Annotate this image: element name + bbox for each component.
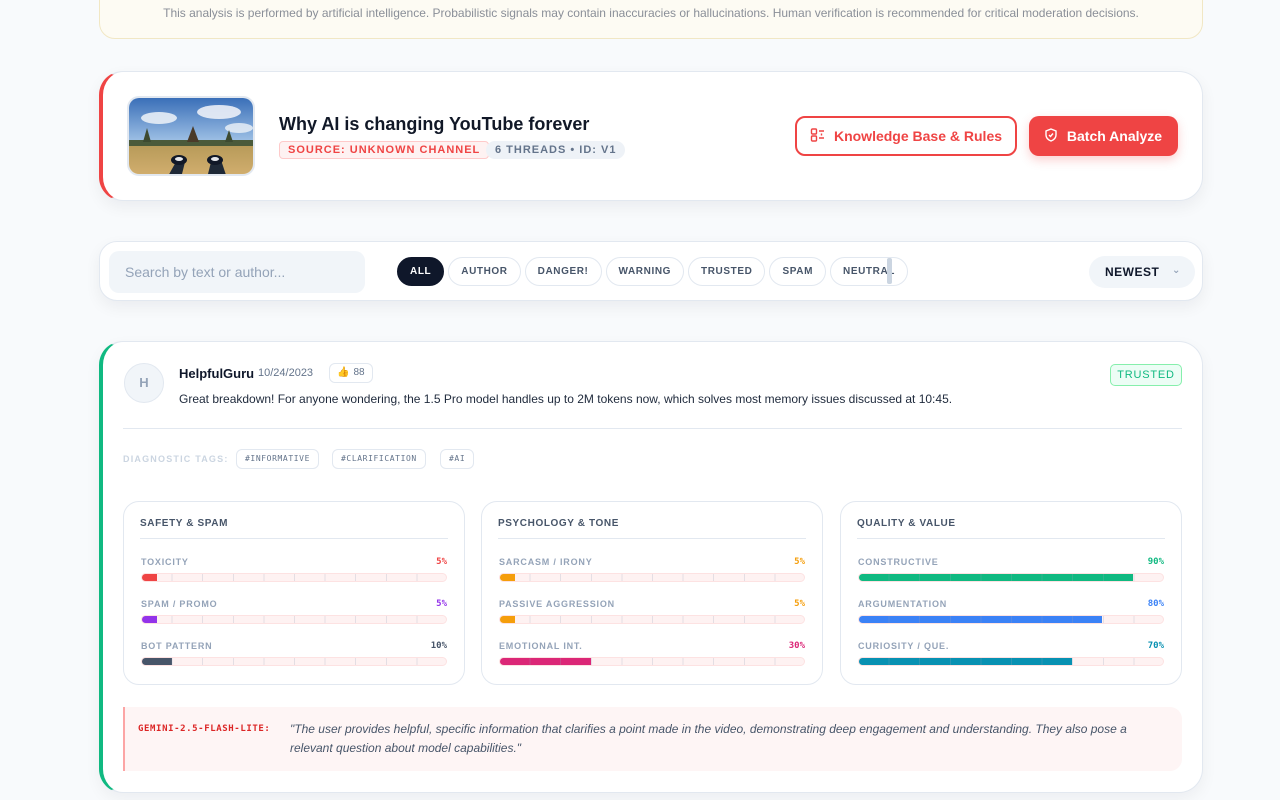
panel-title: SAFETY & SPAM [140,518,228,529]
chip-spam[interactable]: SPAM [769,257,827,286]
chip-trusted[interactable]: TRUSTED [688,257,766,286]
metric-label: BOT PATTERN [141,641,213,651]
ai-disclaimer-banner: This analysis is performed by artificial… [99,0,1203,39]
chip-all[interactable]: ALL [397,257,445,286]
comment-card: H HelpfulGuru 10/24/2023 👍 88 TRUSTED Gre… [99,341,1203,793]
metric-label: TOXICITY [141,557,189,567]
chip-author[interactable]: AUTHOR [448,257,521,286]
knowledge-base-button[interactable]: Knowledge Base & Rules [795,116,1017,156]
panel-psychology-tone: PSYCHOLOGY & TONE SARCASM / IRONY 5% PAS… [481,501,823,685]
sort-select[interactable]: NEWEST ⌄ [1089,256,1195,288]
threads-badge: 6 THREADS • ID: V1 [486,141,626,159]
metric-value: 5% [436,599,447,609]
metric-bar [499,615,805,624]
thumbs-up-icon: 👍 [337,367,350,378]
metric-bar [858,573,1164,582]
panel-title: PSYCHOLOGY & TONE [498,518,619,529]
metric-label: ARGUMENTATION [858,599,948,609]
metric-value: 90% [1147,557,1164,567]
metric-value: 80% [1147,599,1164,609]
ai-verdict-text: "The user provides helpful, specific inf… [290,722,1127,755]
chips-scrollbar[interactable] [887,258,892,284]
metric-value: 30% [788,641,805,651]
metric-value: 5% [436,557,447,567]
search-placeholder: Search by text or author... [125,264,286,280]
avatar: H [124,363,164,403]
source-badge: SOURCE: UNKNOWN CHANNEL [279,141,490,159]
tag-clarification: #CLARIFICATION [332,449,426,469]
batch-analyze-button[interactable]: Batch Analyze [1029,116,1178,156]
rules-icon [810,127,826,146]
metric-label: PASSIVE AGGRESSION [499,599,615,609]
metric-label: CURIOSITY / QUE. [858,641,950,651]
metric-label: SARCASM / IRONY [499,557,593,567]
panel-divider [498,538,806,539]
divider [123,428,1182,429]
disclaimer-text: This analysis is performed by artificial… [163,6,1139,20]
panel-safety-spam: SAFETY & SPAM TOXICITY 5% SPAM / PROMO 5… [123,501,465,685]
filter-bar: Search by text or author... ALL AUTHOR D… [99,241,1203,301]
diagnostic-tags-label: DIAGNOSTIC TAGS: [123,454,229,464]
panel-quality-value: QUALITY & VALUE CONSTRUCTIVE 90% ARGUMEN… [840,501,1182,685]
chip-warning[interactable]: WARNING [605,257,685,286]
tag-ai: #AI [440,449,475,469]
comment-author[interactable]: HelpfulGuru [179,366,254,381]
chip-neutral[interactable]: NEUTRAL [830,257,908,286]
likes-count: 88 [353,367,365,378]
metric-bar [141,657,447,666]
search-input[interactable]: Search by text or author... [109,251,365,293]
knowledge-base-label: Knowledge Base & Rules [833,128,1003,144]
shield-icon [1045,127,1057,145]
metric-label: CONSTRUCTIVE [858,557,939,567]
metric-bar [858,657,1164,666]
panel-divider [140,538,448,539]
comment-date: 10/24/2023 [258,367,314,379]
metric-bar [141,615,447,624]
metric-bar [499,657,805,666]
comment-text: Great breakdown! For anyone wondering, t… [179,392,953,406]
filter-chips: ALL AUTHOR DANGER! WARNING TRUSTED SPAM … [397,257,908,286]
chevron-down-icon: ⌄ [1172,265,1181,276]
panel-title: QUALITY & VALUE [857,518,956,529]
chip-danger[interactable]: DANGER! [524,257,602,286]
video-title: Why AI is changing YouTube forever [279,114,590,134]
metric-label: EMOTIONAL INT. [499,641,583,651]
status-badge: TRUSTED [1110,364,1182,386]
video-thumbnail[interactable] [127,96,255,176]
metric-value: 70% [1147,641,1164,651]
metric-bar [858,615,1164,624]
tag-informative: #INFORMATIVE [236,449,319,469]
panel-divider [857,538,1165,539]
metric-bar [499,573,805,582]
ai-model-label: GEMINI-2.5-FLASH-LITE: [138,724,271,734]
likes-badge: 👍 88 [329,363,373,383]
metric-value: 5% [794,599,805,609]
metric-label: SPAM / PROMO [141,599,218,609]
batch-analyze-label: Batch Analyze [1066,128,1163,144]
metric-value: 5% [794,557,805,567]
sort-value: NEWEST [1105,265,1160,279]
ai-verdict-box: GEMINI-2.5-FLASH-LITE: "The user provide… [123,707,1182,771]
metric-bar [141,573,447,582]
video-header-card: Why AI is changing YouTube forever SOURC… [99,71,1203,201]
metric-value: 10% [430,641,447,651]
